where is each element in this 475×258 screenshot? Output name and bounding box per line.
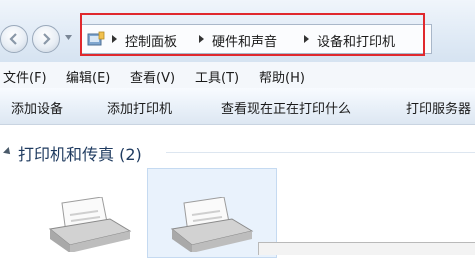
command-toolbar: 添加设备 添加打印机 查看现在正在打印什么 打印服务器 [0, 88, 475, 125]
print-server-button[interactable]: 打印服务器 [406, 98, 471, 117]
see-whats-printing-button[interactable]: 查看现在正在打印什么 [221, 98, 351, 117]
add-device-button[interactable]: 添加设备 [11, 98, 63, 117]
printer-icon[interactable] [40, 197, 135, 252]
menu-file[interactable]: 文件(F) [3, 67, 47, 86]
tooltip-popup-edge [258, 242, 475, 255]
menu-bar: 文件(F) 编辑(E) 查看(V) 工具(T) 帮助(H) [0, 62, 475, 89]
history-dropdown-icon[interactable] [64, 33, 73, 42]
menu-tools[interactable]: 工具(T) [195, 67, 239, 86]
menu-help[interactable]: 帮助(H) [259, 67, 305, 86]
forward-arrow-icon [43, 33, 51, 45]
back-button[interactable] [0, 25, 28, 53]
group-divider [166, 152, 475, 153]
add-printer-button[interactable]: 添加打印机 [107, 98, 172, 117]
back-arrow-icon [9, 33, 17, 45]
printer-icon[interactable] [162, 197, 257, 252]
group-header-printers-fax[interactable]: 打印机和传真 (2) [18, 141, 142, 165]
group-collapse-toggle[interactable] [3, 147, 13, 157]
menu-edit[interactable]: 编辑(E) [66, 67, 110, 86]
forward-button[interactable] [32, 25, 60, 53]
devices-content-area: 打印机和传真 (2) [0, 125, 475, 258]
annotation-highlight-box [80, 13, 425, 56]
menu-view[interactable]: 查看(V) [130, 67, 175, 86]
address-bar-region: 控制面板 硬件和声音 设备和打印机 [0, 0, 475, 62]
